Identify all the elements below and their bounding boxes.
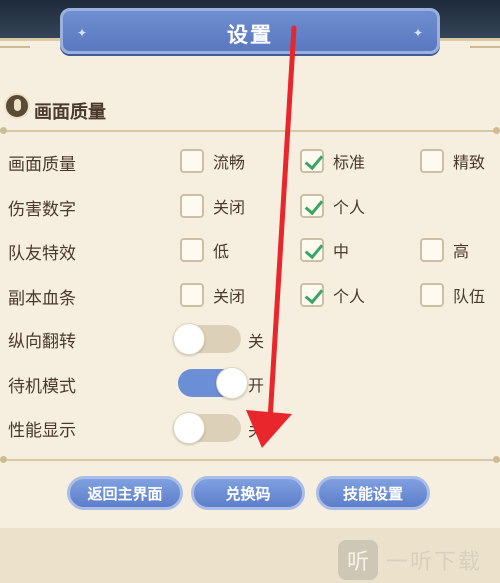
watermark-logo-icon: 听 [338,540,378,580]
watermark-text: 一听下载 [386,550,483,575]
watermark: 听 一听下载 [338,538,498,582]
arrow-head [246,410,292,448]
red-arrow-annotation [246,25,297,448]
arrow-shaft [267,25,297,423]
